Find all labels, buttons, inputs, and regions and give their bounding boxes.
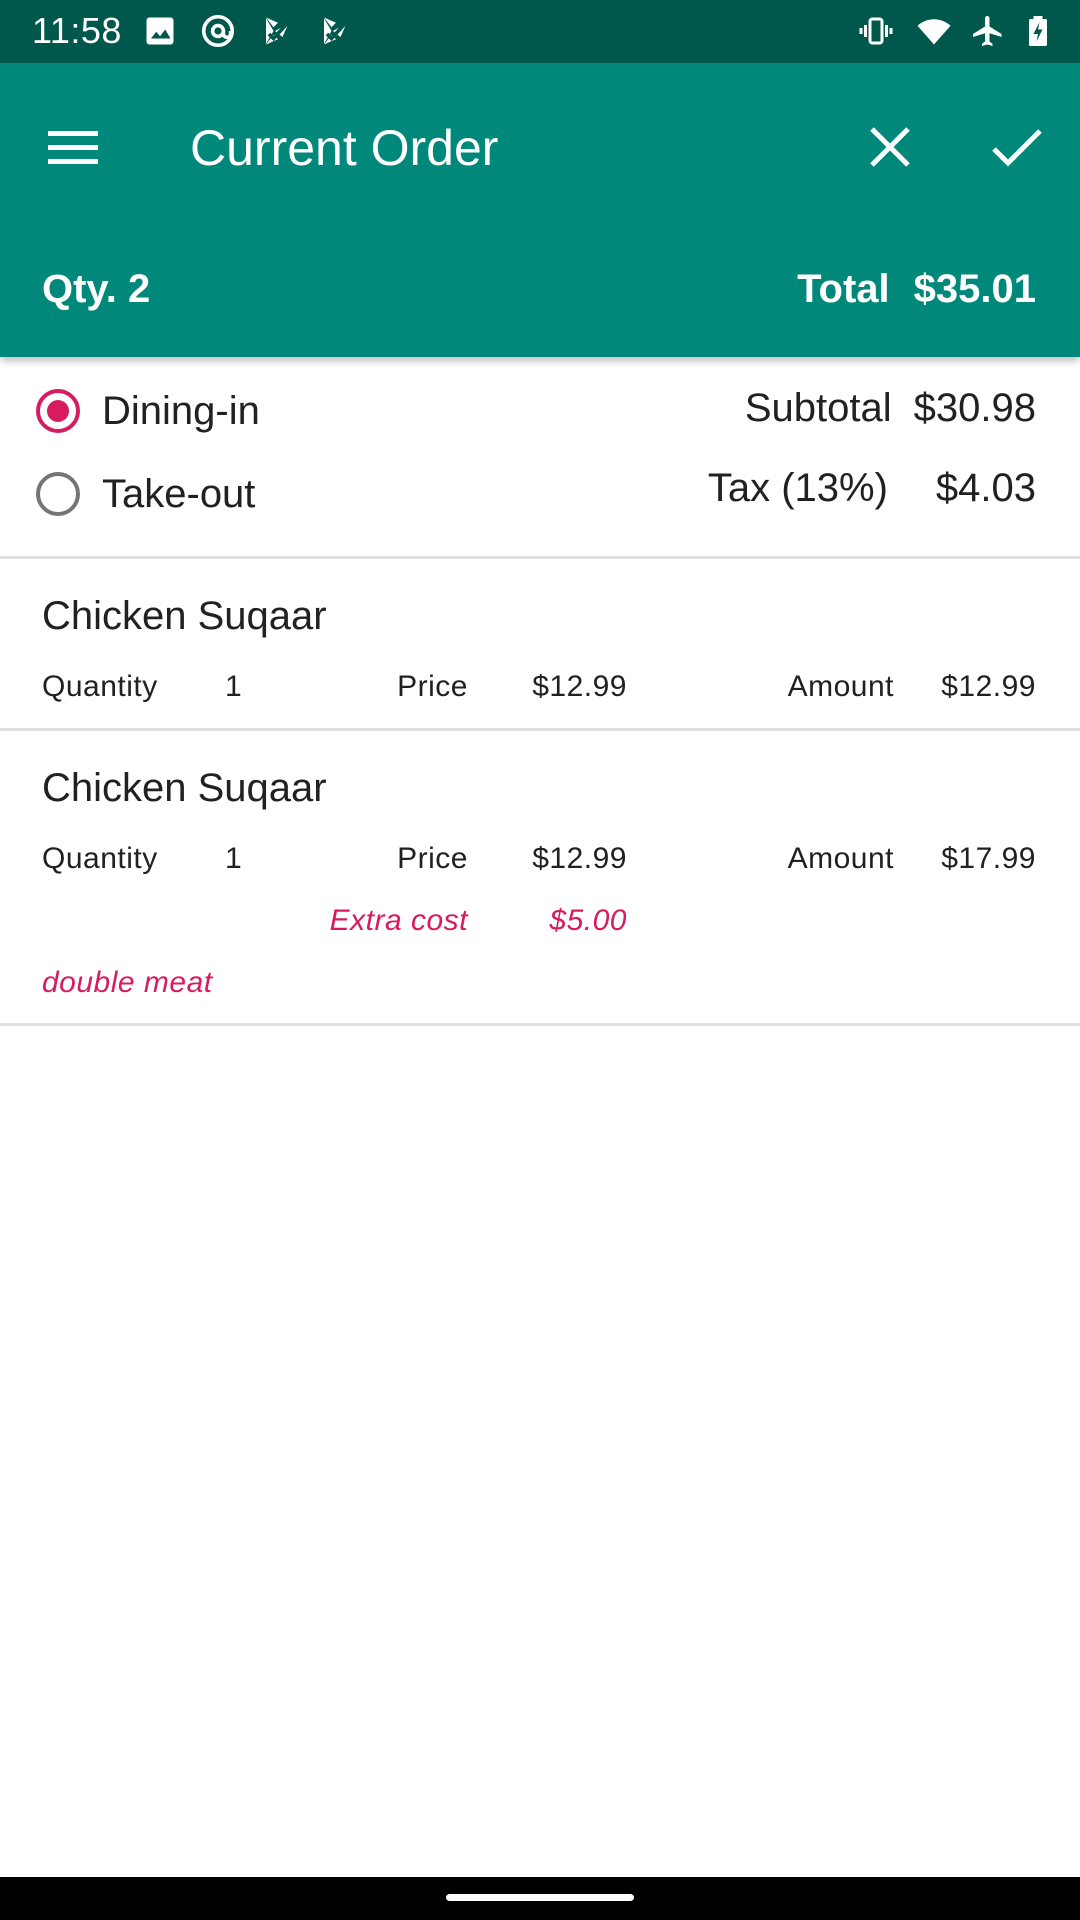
status-bar: 11:58 (0, 0, 1080, 63)
page-title: Current Order (190, 120, 499, 176)
amount-label: Amount (787, 670, 894, 703)
tax-row: Tax (13%) $4.03 (708, 466, 1036, 511)
home-handle[interactable] (446, 1894, 634, 1901)
amount-label: Amount (787, 842, 894, 875)
divider (0, 556, 1080, 559)
amount-value: $12.99 (941, 670, 1036, 703)
at-sign-icon (201, 14, 235, 48)
divider (0, 728, 1080, 731)
price-label: Price (397, 842, 468, 875)
wifi-icon (917, 19, 951, 45)
order-total: Total $35.01 (797, 263, 1036, 315)
price-value: $12.99 (532, 670, 627, 703)
total-value: $35.01 (913, 267, 1036, 311)
dining-in-radio[interactable] (36, 389, 80, 433)
play-store-icon (266, 17, 290, 45)
check-icon[interactable] (976, 107, 1056, 187)
take-out-option[interactable]: Take-out (36, 466, 255, 522)
vibrate-icon (859, 17, 893, 45)
tax-label: Tax (13%) (707, 466, 888, 510)
amount-value: $17.99 (941, 842, 1036, 875)
status-time: 11:58 (32, 10, 122, 51)
quantity-label: Quantity (42, 670, 158, 703)
airplane-mode-icon (973, 16, 1002, 46)
app-bar: Current Order Qty. 2 Total $35.01 (0, 63, 1080, 357)
play-store-icon (324, 17, 348, 45)
extra-cost-label: Extra cost (329, 904, 468, 937)
tax-value: $4.03 (935, 466, 1036, 510)
extra-cost-value: $5.00 (549, 904, 627, 937)
take-out-radio[interactable] (36, 472, 80, 516)
battery-charging-icon (1029, 16, 1047, 46)
divider (0, 1023, 1080, 1026)
dining-in-label[interactable]: Dining-in (102, 389, 260, 434)
price-label: Price (397, 670, 468, 703)
price-value: $12.99 (532, 842, 627, 875)
quantity-label: Quantity (42, 842, 158, 875)
subtotal-row: Subtotal $30.98 (745, 386, 1036, 431)
close-icon[interactable] (850, 107, 930, 187)
subtotal-value: $30.98 (913, 386, 1036, 430)
item-note: double meat (42, 966, 213, 999)
total-label: Total (797, 267, 890, 311)
item-name: Chicken Suqaar (42, 766, 327, 810)
order-quantity: Qty. 2 (42, 267, 151, 311)
subtotal-label: Subtotal (744, 386, 892, 430)
quantity-value: 1 (225, 670, 243, 703)
menu-icon[interactable] (32, 107, 112, 187)
item-name: Chicken Suqaar (42, 594, 327, 638)
dining-in-option[interactable]: Dining-in (36, 383, 260, 439)
navigation-bar (0, 1877, 1080, 1920)
quantity-value: 1 (225, 842, 243, 875)
take-out-label[interactable]: Take-out (102, 472, 255, 517)
image-icon (146, 17, 174, 45)
